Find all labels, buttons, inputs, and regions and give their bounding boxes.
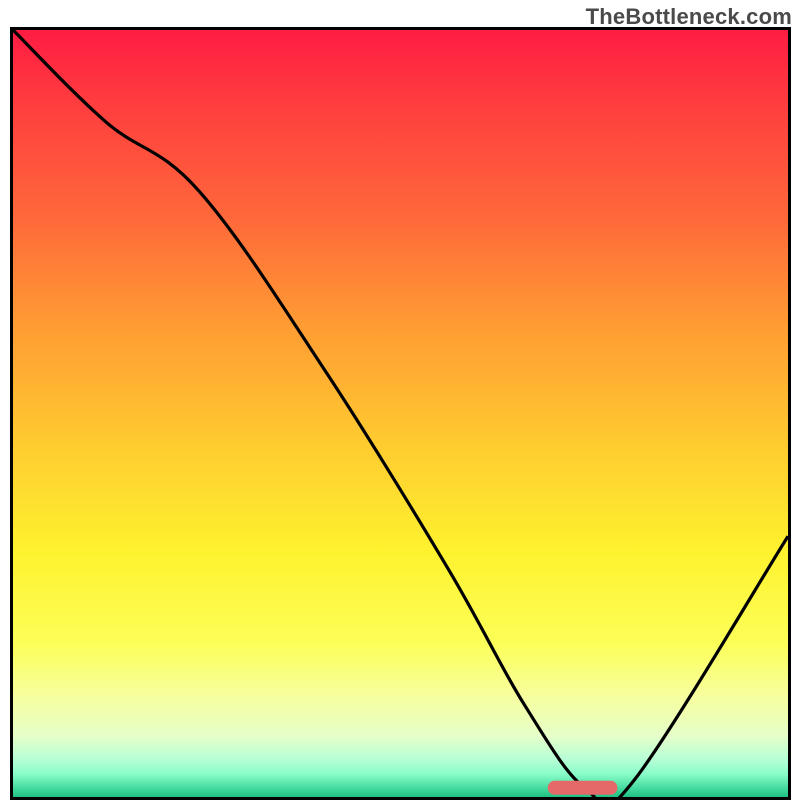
optimum-marker [548, 781, 618, 795]
bottleneck-curve [13, 30, 788, 797]
plot-area [10, 27, 791, 800]
curve-layer [13, 30, 788, 797]
chart-wrapper: TheBottleneck.com [0, 0, 800, 800]
